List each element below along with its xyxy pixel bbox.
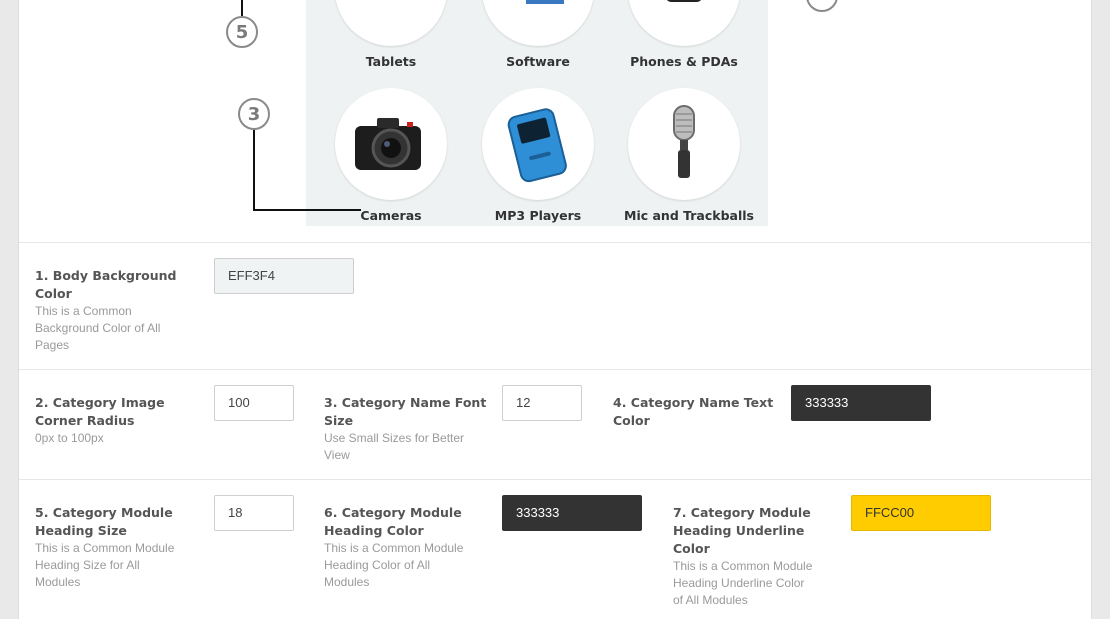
setting-description: Modules — [324, 575, 370, 589]
divider — [19, 369, 1091, 370]
setting-title: Heading Underline — [673, 523, 805, 538]
tablets-image — [335, 0, 447, 46]
heading-color-input[interactable]: 333333 — [502, 495, 642, 531]
name-font-size-input[interactable]: 12 — [502, 385, 582, 421]
software-image — [482, 0, 594, 46]
camera-image — [335, 88, 447, 200]
category-preview: Tablets Software Phones & PDAs Cameras M… — [306, 0, 768, 226]
setting-image-radius: 2. Category Image Corner Radius 0px to 1… — [35, 394, 205, 447]
setting-description: Heading Size for All — [35, 558, 140, 572]
category-tablets: Tablets — [331, 0, 451, 69]
setting-heading-underline-color: 7. Category Module Heading Underline Col… — [673, 504, 833, 609]
name-text-color-input[interactable]: 333333 — [791, 385, 931, 421]
setting-description: This is a Common Module — [324, 541, 464, 555]
divider — [19, 479, 1091, 480]
setting-title: 3. Category Name Font — [324, 395, 487, 410]
mp3-image — [482, 88, 594, 200]
setting-description: Use Small Sizes for Better — [324, 431, 465, 445]
setting-description: Heading Underline Color — [673, 576, 805, 590]
setting-title: Size — [324, 413, 354, 428]
setting-body-background: 1. Body Background Color This is a Commo… — [35, 267, 195, 354]
divider — [19, 242, 1091, 243]
category-mp3: MP3 Players — [478, 88, 598, 223]
category-label: Mic and Trackballs — [624, 208, 754, 223]
category-phones: Phones & PDAs — [624, 0, 744, 69]
setting-heading-size: 5. Category Module Heading Size This is … — [35, 504, 205, 591]
category-label: MP3 Players — [494, 208, 582, 223]
heading-size-input[interactable]: 18 — [214, 495, 294, 531]
heading-underline-color-input[interactable]: FFCC00 — [851, 495, 991, 531]
setting-title: 7. Category Module — [673, 505, 811, 520]
callout-5-line — [241, 0, 243, 16]
setting-description: View — [324, 448, 350, 462]
setting-description: 0px to 100px — [35, 431, 104, 445]
image-radius-input[interactable]: 100 — [214, 385, 294, 421]
microphone-image — [628, 88, 740, 200]
setting-title: 6. Category Module — [324, 505, 462, 520]
setting-description: Pages — [35, 338, 70, 352]
phones-image — [628, 0, 740, 46]
callout-3: 3 — [238, 98, 270, 130]
category-label: Phones & PDAs — [630, 54, 738, 69]
setting-title: Color — [613, 413, 650, 428]
callout-3-line-horizontal — [253, 209, 361, 211]
setting-description: Heading Color of All — [324, 558, 431, 572]
category-label: Tablets — [365, 54, 417, 69]
setting-heading-color: 6. Category Module Heading Color This is… — [324, 504, 494, 591]
setting-title: 2. Category Image — [35, 395, 165, 410]
setting-title: 1. Body Background — [35, 268, 177, 283]
body-background-color-input[interactable]: EFF3F4 — [214, 258, 354, 294]
setting-description: This is a Common — [35, 304, 132, 318]
setting-description: Background Color of All — [35, 321, 161, 335]
setting-description: Modules — [35, 575, 81, 589]
setting-description: This is a Common Module — [35, 541, 175, 555]
setting-name-text-color: 4. Category Name Text Color — [613, 394, 783, 430]
setting-title: 5. Category Module — [35, 505, 173, 520]
category-software: Software — [478, 0, 598, 69]
callout-5: 5 — [226, 16, 258, 48]
setting-title: 4. Category Name Text — [613, 395, 774, 410]
setting-description: This is a Common Module — [673, 559, 813, 573]
setting-title: Heading Size — [35, 523, 127, 538]
setting-name-font-size: 3. Category Name Font Size Use Small Siz… — [324, 394, 494, 464]
category-label: Software — [506, 54, 570, 69]
callout-3-line-vertical — [253, 130, 255, 210]
category-cameras: Cameras — [331, 88, 451, 223]
setting-title: Corner Radius — [35, 413, 135, 428]
category-mic: Mic and Trackballs — [624, 88, 754, 223]
setting-title: Heading Color — [324, 523, 424, 538]
setting-title: Color — [35, 286, 72, 301]
setting-description: of All Modules — [673, 593, 748, 607]
setting-title: Color — [673, 541, 710, 556]
